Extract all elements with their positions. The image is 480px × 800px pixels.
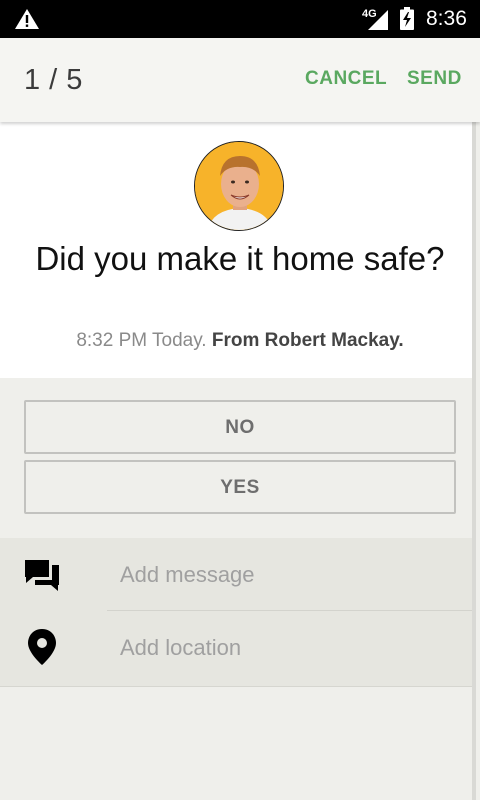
message-meta: 8:32 PM Today. From Robert Mackay.: [0, 330, 480, 352]
battery-charging-icon: [400, 7, 414, 30]
chat-bubbles-icon: [25, 560, 59, 591]
status-bar: 4G 8:36: [0, 0, 480, 38]
app-header: 1 / 5 CANCEL SEND: [0, 38, 480, 122]
page-counter: 1 / 5: [24, 64, 83, 96]
scrollbar[interactable]: [472, 122, 476, 800]
send-button[interactable]: SEND: [407, 68, 462, 90]
add-message-row[interactable]: Add message: [0, 538, 474, 611]
signal-strength-icon: [368, 10, 388, 30]
avatar: [194, 141, 284, 231]
yes-button[interactable]: YES: [24, 460, 456, 514]
status-time: 8:36: [426, 7, 467, 30]
location-pin-icon: [28, 629, 56, 665]
message-time: 8:32 PM Today.: [76, 330, 207, 351]
avatar-portrait: [195, 142, 283, 230]
add-message-label: Add message: [120, 562, 255, 587]
message-card: Did you make it home safe? 8:32 PM Today…: [0, 122, 474, 378]
add-location-row[interactable]: Add location: [0, 611, 474, 684]
no-button[interactable]: NO: [24, 400, 456, 454]
cancel-button[interactable]: CANCEL: [305, 68, 387, 90]
add-location-label: Add location: [120, 635, 242, 660]
question-text: Did you make it home safe?: [35, 240, 445, 277]
attachment-options: Add message Add location: [0, 538, 474, 687]
message-sender: From Robert Mackay.: [211, 330, 404, 351]
warning-icon: [15, 9, 39, 29]
